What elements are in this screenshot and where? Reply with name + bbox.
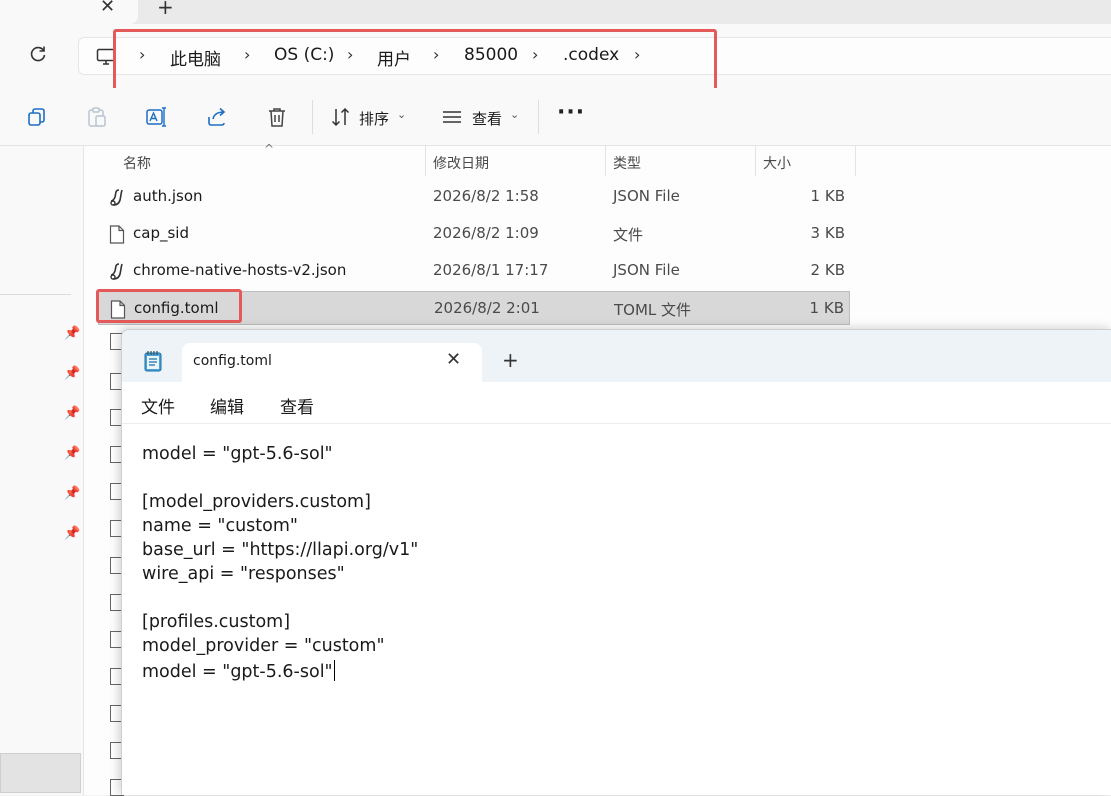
file-modified: 2026/8/2 1:09 xyxy=(433,224,539,242)
column-header-type[interactable]: 类型 xyxy=(613,153,641,183)
toolbar-separator xyxy=(312,100,313,134)
sort-icon[interactable] xyxy=(330,106,352,128)
notepad-tab[interactable]: config.toml ✕ xyxy=(182,343,482,382)
menu-file[interactable]: 文件 xyxy=(141,393,175,418)
file-size: 3 KB xyxy=(810,224,845,242)
menu-view[interactable]: 查看 xyxy=(280,393,314,418)
pin-icon[interactable]: 📌 xyxy=(64,406,80,421)
sort-ascending-icon: ^ xyxy=(264,142,275,156)
nav-item-selected[interactable] xyxy=(0,753,81,793)
file-type: TOML 文件 xyxy=(614,301,692,319)
file-type: 文件 xyxy=(613,226,644,244)
editor-line: name = "custom" xyxy=(142,516,298,536)
pin-icon[interactable]: 📌 xyxy=(64,366,80,381)
pin-icon[interactable]: 📌 xyxy=(64,486,80,501)
column-header-modified[interactable]: 修改日期 xyxy=(433,153,489,183)
file-size: 1 KB xyxy=(810,187,845,205)
nav-divider xyxy=(0,294,71,295)
file-modified: 2026/8/1 17:17 xyxy=(433,261,549,279)
blank-file-icon xyxy=(109,225,125,244)
sort-button[interactable]: 排序 xyxy=(359,108,389,129)
breadcrumb-highlight-box xyxy=(113,29,717,91)
more-options-button[interactable]: ··· xyxy=(557,100,585,125)
column-separator[interactable] xyxy=(755,146,756,176)
close-icon[interactable]: ✕ xyxy=(446,349,461,370)
text-editor[interactable]: model = "gpt-5.6-sol" [model_providers.c… xyxy=(122,424,1111,795)
file-modified: 2026/8/2 1:58 xyxy=(433,187,539,205)
toolbar-separator xyxy=(538,100,539,134)
file-modified: 2026/8/2 2:01 xyxy=(434,299,540,317)
editor-line: [model_providers.custom] xyxy=(142,492,371,512)
text-caret xyxy=(333,660,335,681)
pin-icon[interactable]: 📌 xyxy=(64,526,80,541)
rename-icon[interactable] xyxy=(145,106,167,128)
paste-icon[interactable] xyxy=(86,106,108,128)
notepad-app-icon xyxy=(144,350,162,376)
pin-icon[interactable]: 📌 xyxy=(64,446,80,461)
new-tab-button[interactable]: + xyxy=(502,350,519,370)
file-name: cap_sid xyxy=(133,224,189,242)
menu-edit[interactable]: 编辑 xyxy=(210,393,244,418)
file-name: chrome-native-hosts-v2.json xyxy=(133,261,347,279)
file-size: 1 KB xyxy=(809,299,844,317)
column-separator[interactable] xyxy=(855,146,856,176)
table-row[interactable]: chrome-native-hosts-v2.json 2026/8/1 17:… xyxy=(98,254,850,288)
editor-line: model = "gpt-5.6-sol" xyxy=(142,444,333,464)
notepad-tab-title: config.toml xyxy=(193,353,272,369)
new-tab-button[interactable]: + xyxy=(157,0,174,19)
column-header-name[interactable]: 名称 xyxy=(123,153,151,183)
column-header-size[interactable]: 大小 xyxy=(763,153,791,183)
json-file-icon xyxy=(109,262,125,281)
close-tab-icon[interactable]: ✕ xyxy=(100,0,115,17)
file-type: JSON File xyxy=(613,261,680,279)
column-separator[interactable] xyxy=(425,146,426,176)
notepad-menu-bar: 文件 编辑 查看 xyxy=(122,382,1111,424)
column-separator[interactable] xyxy=(605,146,606,176)
editor-line-last: model = "gpt-5.6-sol" xyxy=(142,660,335,682)
chevron-down-icon[interactable]: ⌄ xyxy=(510,108,519,121)
command-toolbar: 排序 ⌄ 查看 ⌄ ··· xyxy=(0,88,1111,146)
editor-line: wire_api = "responses" xyxy=(142,564,345,584)
copy-icon[interactable] xyxy=(26,106,48,128)
file-type: JSON File xyxy=(613,187,680,205)
editor-line: base_url = "https://llapi.org/v1" xyxy=(142,540,419,560)
share-icon[interactable] xyxy=(206,106,228,128)
json-file-icon xyxy=(109,188,125,207)
view-icon[interactable] xyxy=(441,106,463,128)
notepad-window: config.toml ✕ + 文件 编辑 查看 model = "gpt-5.… xyxy=(121,329,1111,795)
explorer-tab-strip: ✕ + xyxy=(0,0,1111,24)
table-row[interactable]: auth.json 2026/8/2 1:58 JSON File 1 KB xyxy=(98,180,850,214)
view-button[interactable]: 查看 xyxy=(472,108,502,129)
file-name: auth.json xyxy=(133,187,203,205)
chevron-down-icon[interactable]: ⌄ xyxy=(397,108,406,121)
refresh-icon[interactable] xyxy=(28,44,50,66)
table-row[interactable]: cap_sid 2026/8/2 1:09 文件 3 KB xyxy=(98,217,850,251)
file-size: 2 KB xyxy=(810,261,845,279)
notepad-tab-bar: config.toml ✕ + xyxy=(122,330,1111,382)
editor-line: model_provider = "custom" xyxy=(142,636,385,656)
editor-line-text: model = "gpt-5.6-sol" xyxy=(142,662,333,682)
explorer-active-tab[interactable]: ✕ xyxy=(0,0,138,24)
pin-icon[interactable]: 📌 xyxy=(64,326,80,341)
navigation-pane: 📌 📌 📌 📌 📌 📌 xyxy=(0,146,84,795)
delete-icon[interactable] xyxy=(266,106,288,128)
editor-line: [profiles.custom] xyxy=(142,612,291,632)
config-file-highlight-box xyxy=(96,289,242,323)
